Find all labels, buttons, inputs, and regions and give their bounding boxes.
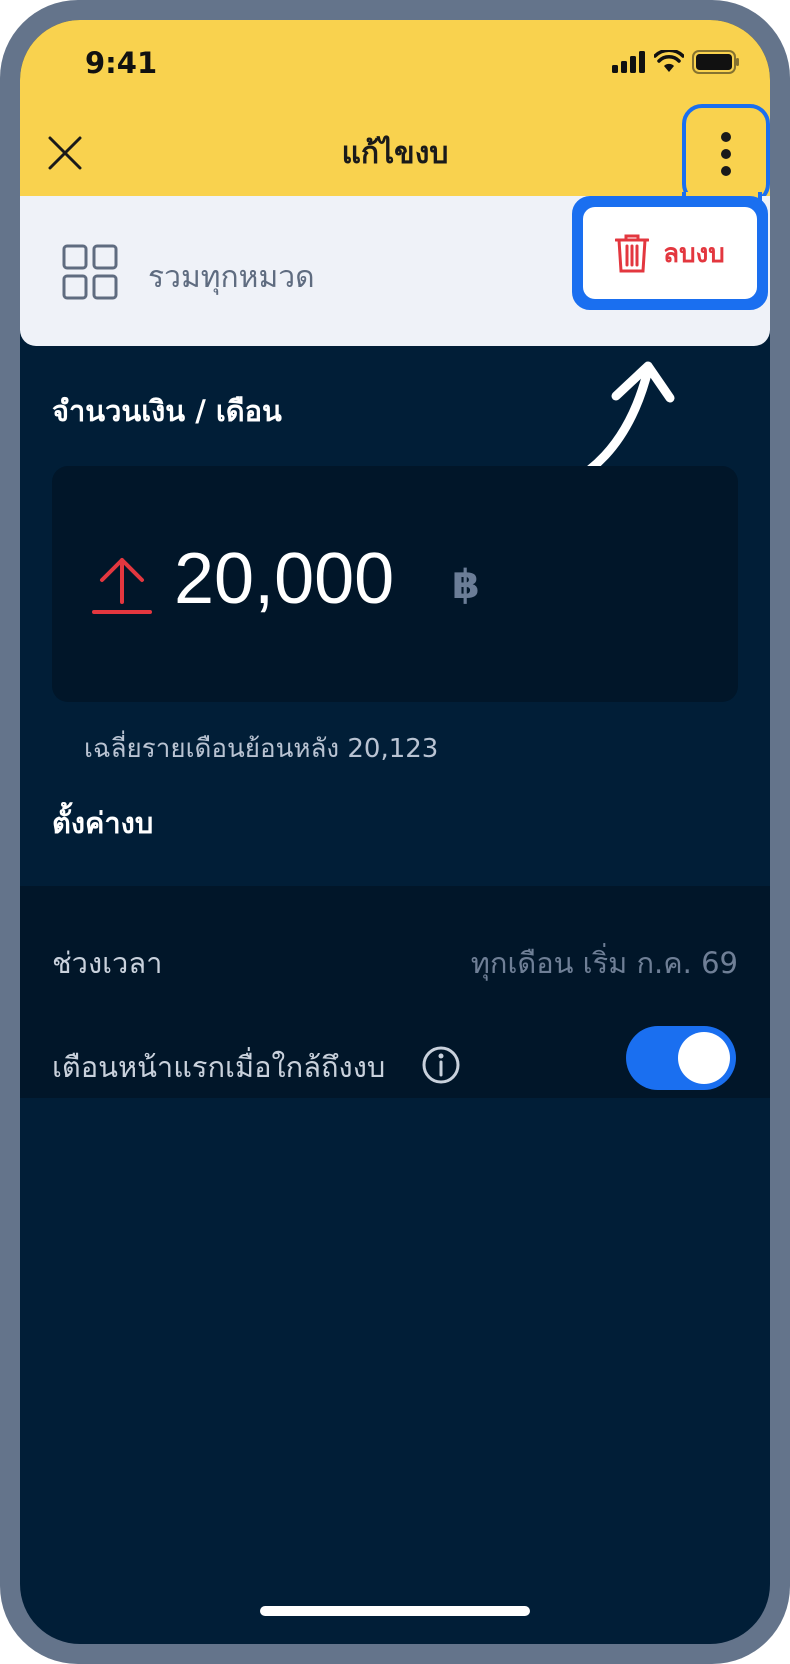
status-time: 9:41 [85,46,158,80]
notify-toggle[interactable] [626,1026,736,1090]
settings-section-title: ตั้งค่างบ [52,806,154,840]
currency-symbol: ฿ [452,562,480,608]
arrow-up-icon [92,558,152,614]
delete-budget-button[interactable]: ลบงบ [583,207,757,299]
device-frame: 9:41 แก้ไขงบ รวมทุกหมวด ลบงบ จำนวนเงิน /… [0,0,790,1664]
app-screen: 9:41 แก้ไขงบ รวมทุกหมวด ลบงบ จำนวนเงิน /… [20,20,770,1644]
category-label: รวมทุกหมวด [148,260,315,295]
amount-value: 20,000 [174,539,395,619]
trash-icon [615,234,650,273]
notify-label: เตือนหน้าแรกเมื่อใกล้ถึงงบ [52,1050,386,1084]
grid-icon [62,244,118,300]
more-options-button[interactable] [682,104,770,204]
header-bar: 9:41 แก้ไขงบ [20,20,770,204]
battery-icon [692,50,739,74]
more-vertical-icon [721,132,731,176]
status-icons [612,50,740,74]
signal-icon [612,51,645,73]
delete-budget-label: ลบงบ [663,238,725,269]
toggle-knob [678,1032,730,1084]
monthly-average-text: เฉลี่ยรายเดือนย้อนหลัง 20,123 [84,734,439,764]
home-indicator [260,1606,530,1616]
period-value[interactable]: ทุกเดือน เริ่ม ก.ค. 69 [471,940,738,986]
delete-budget-menu: ลบงบ [572,196,768,310]
page-title: แก้ไขงบ [341,136,449,171]
amount-input[interactable]: 20,000 ฿ [52,466,738,702]
wifi-icon [654,50,684,72]
period-label: ช่วงเวลา [52,946,163,980]
amount-section-title: จำนวนเงิน / เดือน [52,394,282,428]
info-icon[interactable] [421,1045,461,1085]
